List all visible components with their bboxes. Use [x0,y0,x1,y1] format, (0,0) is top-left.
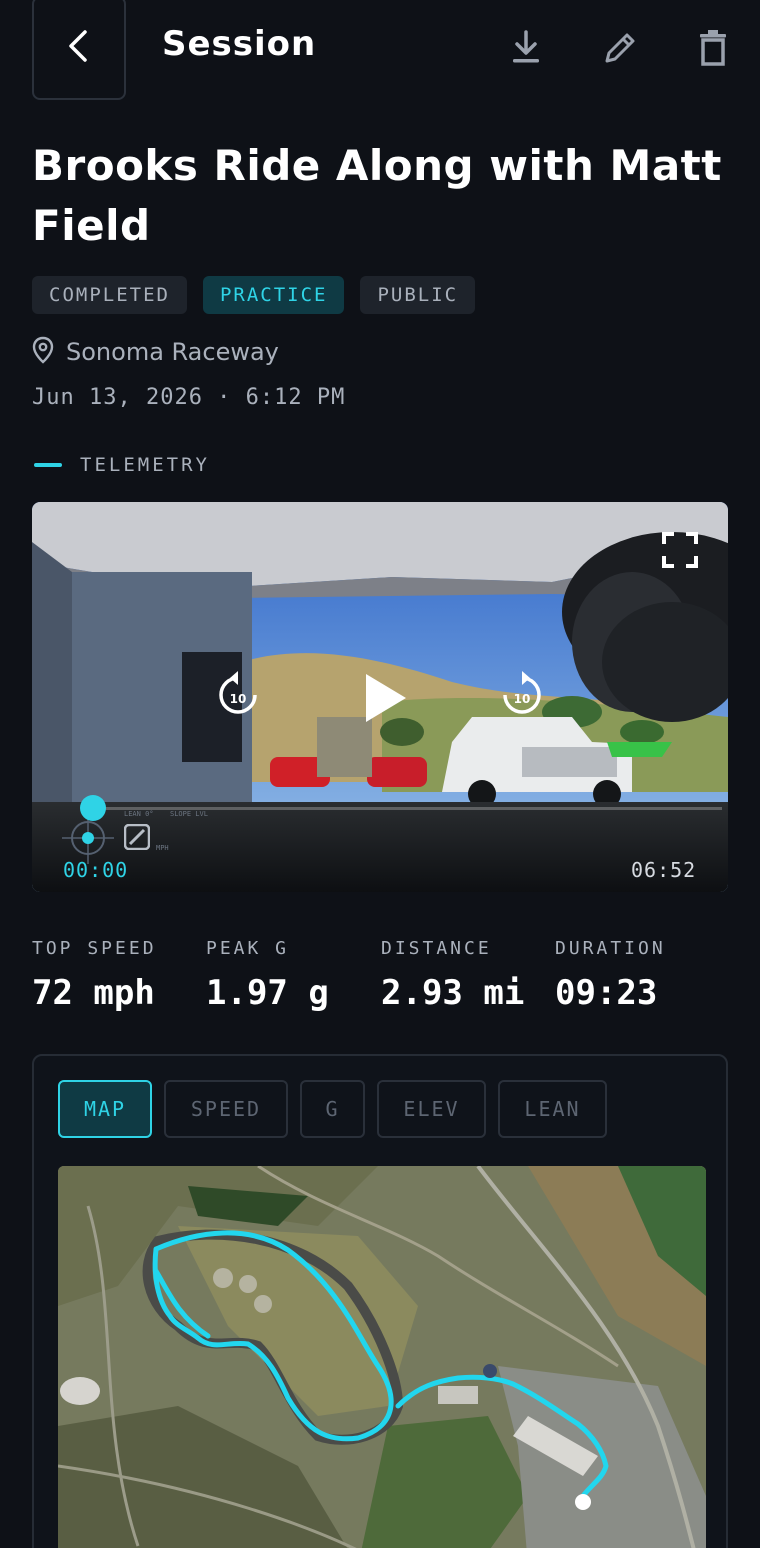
location-row: Sonoma Raceway [32,336,279,368]
telemetry-chart-card: MAP SPEED G ELEV LEAN [32,1054,728,1548]
hud-slope-label: SLOPE LVL [170,810,208,818]
stat-distance: DISTANCE 2.93 mi [381,938,524,1013]
play-button[interactable] [364,672,408,728]
track-map[interactable] [58,1166,706,1548]
stat-label: PEAK G [206,938,290,959]
tab-g[interactable]: G [300,1080,365,1138]
trash-icon[interactable] [693,28,733,68]
rewind-seconds: 10 [229,692,247,706]
video-player[interactable]: 10 10 LEAN 0° SLOPE LVL MPH [32,502,728,892]
edit-icon[interactable] [600,28,640,68]
hud-lean-label: LEAN 0° [124,810,154,818]
seek-bar[interactable] [92,807,722,810]
stat-value: 72 mph [32,973,155,1013]
forward-seconds: 10 [513,692,531,706]
app-header: Session [0,0,760,104]
video-current-time: 00:00 [63,858,129,882]
telemetry-section-header: TELEMETRY [34,454,210,476]
tab-elev[interactable]: ELEV [377,1080,486,1138]
tab-map[interactable]: MAP [58,1080,152,1138]
fullscreen-icon[interactable] [662,532,698,572]
tab-lean[interactable]: LEAN [498,1080,607,1138]
rewind-10-button[interactable]: 10 [216,670,260,726]
stat-top-speed: TOP SPEED 72 mph [32,938,157,1013]
session-title: Brooks Ride Along with Matt Field [32,141,722,250]
slope-icon [123,823,151,854]
type-badge: PRACTICE [202,276,345,314]
download-icon[interactable] [506,28,546,68]
section-accent-dash [34,463,62,467]
stat-value: 09:23 [555,973,658,1013]
forward-10-button[interactable]: 10 [500,670,544,726]
stat-label: TOP SPEED [32,938,157,959]
section-title: TELEMETRY [80,454,210,476]
stat-label: DURATION [555,938,666,959]
hud-mph-label: MPH [156,844,169,852]
page-title: Session [162,24,317,64]
location-text: Sonoma Raceway [66,338,279,366]
seek-handle[interactable] [80,795,106,821]
session-badges: COMPLETED PRACTICE PUBLIC [32,276,476,314]
location-pin-icon [32,336,54,368]
stat-peak-g: PEAK G 1.97 g [206,938,329,1013]
stat-value: 2.93 mi [381,973,525,1013]
stat-value: 1.97 g [206,973,329,1013]
stat-label: DISTANCE [381,938,492,959]
session-page: Session Brooks Ride Along with Matt Fiel… [0,0,760,1548]
video-total-time: 06:52 [631,858,697,882]
session-datetime: Jun 13, 2026 · 6:12 PM [32,385,346,410]
stat-duration: DURATION 09:23 [555,938,666,1013]
back-button[interactable] [32,0,126,100]
visibility-badge: PUBLIC [360,276,476,314]
status-badge: COMPLETED [32,276,187,314]
chart-tabs: MAP SPEED G ELEV LEAN [58,1080,607,1138]
play-icon [366,674,406,722]
chevron-left-icon [65,28,93,68]
satellite-map [58,1166,706,1548]
tab-speed[interactable]: SPEED [164,1080,288,1138]
